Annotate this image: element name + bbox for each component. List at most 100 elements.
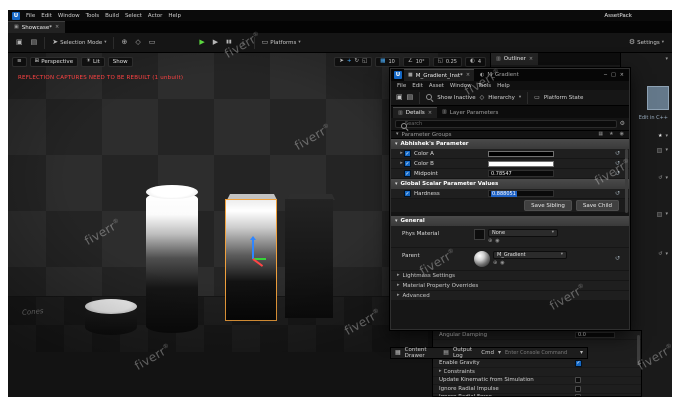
phys-material-thumbnail[interactable] (474, 229, 485, 240)
menu-window[interactable]: Window (58, 13, 80, 19)
menu-help[interactable]: Help (497, 83, 510, 89)
details-scrollbar[interactable] (625, 149, 628, 213)
grid-snap-control[interactable]: ▦ 10 (375, 57, 400, 67)
menu-edit[interactable]: Edit (412, 83, 423, 89)
reset-icon[interactable]: ↺ (658, 175, 662, 181)
menu-edit[interactable]: Edit (41, 13, 52, 19)
cmd-dropdown[interactable]: Cmd (481, 350, 494, 356)
maximize-icon[interactable]: □ (611, 72, 616, 78)
perspective-dropdown[interactable]: ⊞ Perspective (29, 57, 79, 67)
platform-state-button[interactable]: Platform State (544, 95, 584, 101)
panel-chevron-icon[interactable]: ▾ (665, 56, 668, 62)
transform-gizmo[interactable] (244, 236, 274, 267)
category-global-scalar[interactable]: ▾ Global Scalar Parameter Values (391, 179, 629, 189)
menu-file[interactable]: File (26, 13, 35, 19)
quick-add-button[interactable]: ⊕ (118, 36, 130, 50)
midpoint-input[interactable]: 0.78547 (488, 170, 554, 177)
viewport-options-button[interactable]: ≡ (12, 57, 27, 67)
parent-material-thumbnail[interactable] (474, 251, 490, 267)
tab-m-gradient[interactable]: ◐ M_Gradient (476, 69, 523, 81)
scene-cylinder-tall[interactable] (146, 192, 198, 333)
tab-details[interactable]: ▥ Details × (393, 107, 438, 118)
browse-to-asset-icon[interactable]: ⊕ (488, 239, 492, 244)
select-tool-icon[interactable]: ➤ (339, 59, 344, 65)
scene-cylinder-tall-top[interactable] (146, 185, 198, 199)
cinematics-button[interactable]: ▭ (146, 36, 159, 50)
star-icon[interactable]: ★ (658, 133, 662, 139)
menu-tools[interactable]: Tools (478, 83, 492, 89)
content-drawer-button[interactable]: Content Drawer (405, 347, 440, 359)
lit-dropdown[interactable]: ☀ Lit (81, 57, 105, 67)
override-checkbox[interactable]: ✓ (404, 160, 411, 167)
update-kinematic-checkbox[interactable] (575, 377, 581, 384)
selected-swatch[interactable] (647, 86, 669, 110)
ignore-radial-force-checkbox[interactable] (575, 394, 581, 396)
selection-mode-dropdown[interactable]: ➤ Selection Mode ▾ (49, 36, 109, 50)
play-options-button[interactable]: ⋮ (237, 36, 250, 50)
content-browser-button[interactable]: ▤ (28, 36, 41, 50)
console-command-input[interactable] (504, 350, 576, 356)
blueprints-button[interactable]: ◇ (132, 36, 143, 50)
physics-scrollbar[interactable] (637, 335, 640, 365)
use-selected-icon[interactable]: ◉ (500, 261, 504, 266)
reset-icon[interactable]: ↺ (615, 170, 620, 177)
grid-icon[interactable]: ▦ (598, 132, 603, 137)
pause-button[interactable]: ▮▮ (223, 36, 235, 50)
color-a-swatch[interactable] (488, 150, 554, 157)
reset-icon[interactable]: ↺ (615, 160, 620, 167)
override-checkbox[interactable]: ✓ (404, 190, 411, 197)
override-checkbox[interactable]: ✓ (404, 170, 411, 177)
save-icon[interactable]: ▣ (396, 94, 403, 101)
chevron-down-icon[interactable]: ▾ (665, 251, 668, 257)
save-button[interactable]: ▣ (13, 36, 26, 50)
parameter-groups-header[interactable]: ▾ Parameter Groups ▦ ★ ◉ (391, 130, 629, 139)
category-abhishek-parameter[interactable]: ▾ Abhishek's Parameter (391, 139, 629, 149)
chevron-down-icon[interactable]: ▾ (665, 175, 668, 181)
enable-gravity-checkbox[interactable]: ✓ (575, 359, 582, 367)
menu-file[interactable]: File (397, 83, 406, 89)
gizmo-z-axis[interactable] (252, 239, 254, 259)
reset-icon[interactable]: ↺ (615, 190, 620, 197)
close-icon[interactable]: × (620, 72, 624, 78)
minimize-icon[interactable]: ─ (604, 72, 607, 78)
hierarchy-dropdown[interactable]: Hierarchy (488, 95, 515, 101)
settings-dropdown[interactable]: ⚙ Settings ▾ (626, 36, 667, 50)
eye-icon[interactable]: ◉ (620, 132, 624, 137)
chevron-down-icon[interactable]: ▾ (665, 147, 668, 153)
move-tool-icon[interactable]: + (347, 59, 352, 65)
material-window-titlebar[interactable]: U ■ M_Gradient_Inst* × ◐ M_Gradient ─ □ … (391, 69, 629, 81)
chevron-down-icon[interactable]: ▾ (665, 133, 668, 139)
angular-damping-input[interactable]: 0.0 (575, 331, 615, 338)
outliner-tab[interactable]: ▥ Outliner × (491, 53, 539, 65)
reset-icon[interactable]: ↺ (615, 150, 620, 157)
show-dropdown[interactable]: Show (107, 57, 133, 67)
override-checkbox[interactable]: ✓ (404, 150, 411, 157)
menu-actor[interactable]: Actor (148, 13, 162, 19)
menu-window[interactable]: Window (450, 83, 472, 89)
reset-icon[interactable]: ↺ (658, 251, 662, 257)
menu-help[interactable]: Help (168, 13, 181, 19)
frame-skip-button[interactable]: ▶ (210, 36, 221, 50)
chevron-down-icon[interactable]: ▾ (665, 211, 668, 217)
platforms-dropdown[interactable]: ▭ Platforms ▾ (259, 36, 304, 50)
play-button[interactable]: ▶ (196, 36, 207, 50)
category-general[interactable]: ▾ General (391, 216, 629, 226)
ignore-radial-impulse-checkbox[interactable] (575, 385, 581, 392)
scene-box-dark[interactable] (285, 199, 333, 318)
constraints-row[interactable]: ▸ Constraints (433, 368, 641, 377)
browse-to-asset-icon[interactable]: ⊕ (493, 261, 497, 266)
use-selected-icon[interactable]: ◉ (495, 239, 499, 244)
menu-asset[interactable]: Asset (429, 83, 444, 89)
phys-material-dropdown[interactable]: None ▾ (488, 229, 558, 237)
save-child-button[interactable]: Save Child (575, 200, 619, 211)
save-sibling-button[interactable]: Save Sibling (524, 200, 572, 211)
menu-build[interactable]: Build (105, 13, 119, 19)
show-inactive-button[interactable]: Show Inactive (437, 95, 475, 101)
close-icon[interactable]: × (529, 56, 533, 62)
close-icon[interactable]: × (466, 73, 470, 78)
output-log-button[interactable]: Output Log (453, 347, 477, 359)
scene-cylinder-short-top[interactable] (85, 299, 137, 314)
color-b-swatch[interactable] (488, 160, 554, 167)
camera-speed-control[interactable]: ◐ 4 (465, 57, 486, 67)
star-icon[interactable]: ★ (609, 132, 613, 137)
